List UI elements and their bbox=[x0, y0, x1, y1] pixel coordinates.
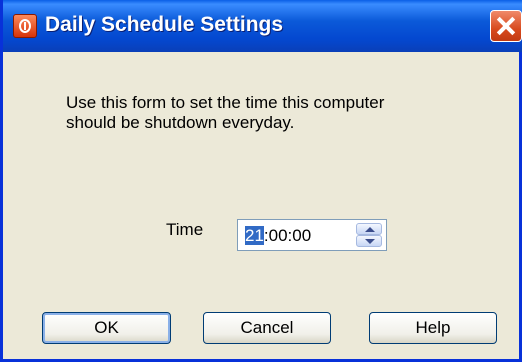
ok-button[interactable]: OK bbox=[42, 312, 171, 344]
spin-down-icon[interactable] bbox=[356, 235, 382, 247]
dialog-window: Daily Schedule Settings Use this form to… bbox=[0, 0, 522, 362]
window-title: Daily Schedule Settings bbox=[45, 13, 284, 36]
close-icon[interactable] bbox=[490, 10, 522, 42]
power-icon bbox=[13, 14, 37, 38]
time-hours-selected[interactable]: 21 bbox=[245, 226, 264, 245]
time-rest[interactable]: :00:00 bbox=[264, 226, 311, 245]
time-spinner[interactable] bbox=[356, 223, 382, 247]
form-description: Use this form to set the time this compu… bbox=[66, 93, 385, 132]
spin-up-icon[interactable] bbox=[356, 223, 382, 235]
title-bar[interactable]: Daily Schedule Settings bbox=[3, 0, 522, 52]
time-input[interactable]: 21:00:00 bbox=[237, 219, 387, 251]
cancel-button[interactable]: Cancel bbox=[203, 312, 331, 344]
help-button[interactable]: Help bbox=[369, 312, 497, 344]
time-label: Time bbox=[166, 220, 204, 239]
time-value: 21:00:00 bbox=[245, 226, 311, 246]
